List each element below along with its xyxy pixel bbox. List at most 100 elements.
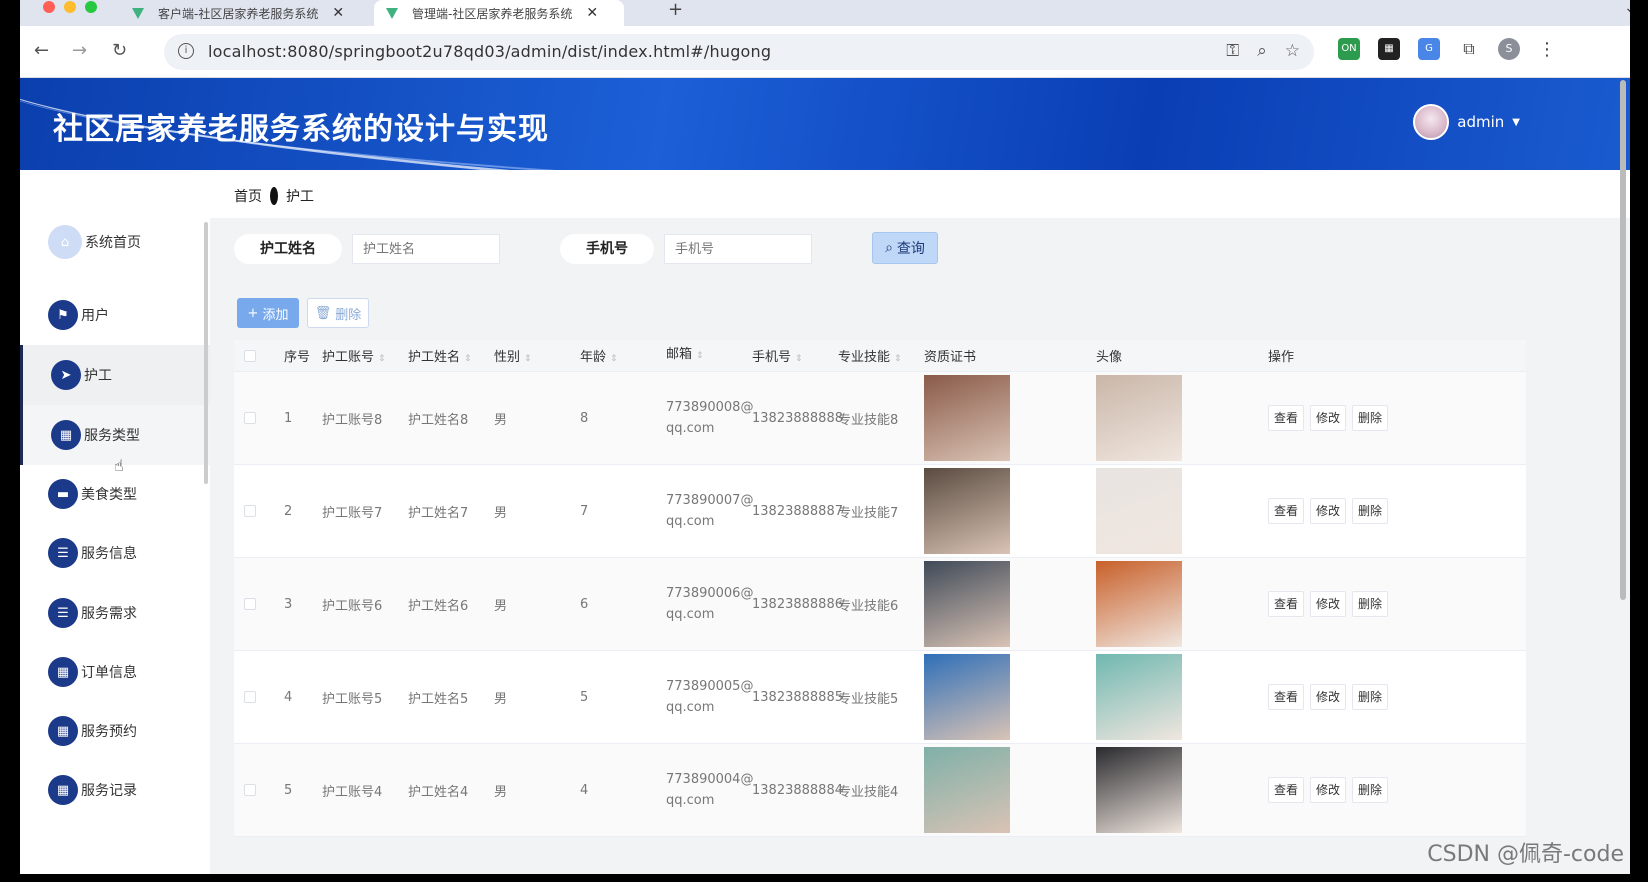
breadcrumb-home[interactable]: 首页 — [234, 186, 262, 206]
certificate-image[interactable] — [924, 561, 1010, 647]
column-header[interactable]: 邮箱 ⇕ — [666, 344, 752, 367]
table-row: 4 护工账号5 护工姓名5 男 5 773890005@ qq.com 13823888885… — [234, 651, 1526, 744]
column-header: 头像 — [1096, 350, 1123, 365]
sidebar-item-home[interactable]: ⌂ 系统首页 — [20, 212, 210, 272]
forward-icon[interactable]: → — [72, 40, 87, 61]
query-button[interactable]: ⌕ 查询 — [872, 232, 938, 264]
tab-title: 客户端-社区居家养老服务系统 — [158, 6, 319, 21]
cell-age: 7 — [580, 503, 589, 519]
column-header[interactable]: 性别 ⇕ — [494, 346, 580, 365]
column-header[interactable]: 专业技能 ⇕ — [838, 346, 924, 365]
sidebar-item-users[interactable]: ⚑ 用户 — [20, 285, 210, 345]
batch-delete-button[interactable]: 🗑 删除 — [307, 298, 369, 328]
close-tab-icon[interactable]: ✕ — [586, 5, 598, 21]
cell-account: 护工账号8 — [322, 412, 383, 428]
view-button[interactable]: 查看 — [1268, 591, 1305, 617]
add-button[interactable]: + 添加 — [237, 298, 299, 328]
extension-dark-icon[interactable]: ▦ — [1378, 38, 1400, 60]
close-tab-icon[interactable]: ✕ — [332, 5, 344, 21]
user-menu[interactable]: admin ▼ — [1413, 104, 1520, 140]
reload-icon[interactable]: ↻ — [112, 40, 127, 61]
certificate-image[interactable] — [924, 654, 1010, 740]
cell-skill: 专业技能5 — [838, 691, 899, 707]
vue-logo-icon — [132, 7, 144, 19]
avatar-image[interactable] — [1096, 561, 1182, 647]
view-button[interactable]: 查看 — [1268, 498, 1305, 524]
profile-avatar[interactable]: S — [1498, 38, 1520, 60]
column-header[interactable]: 年龄 ⇕ — [580, 346, 666, 365]
password-key-icon[interactable]: ⚿ — [1226, 41, 1239, 61]
username[interactable]: admin — [1457, 113, 1504, 131]
delete-button[interactable]: 删除 — [1352, 405, 1389, 431]
column-header[interactable]: 护工账号 ⇕ — [322, 346, 408, 365]
row-checkbox[interactable] — [244, 505, 256, 517]
page-scrollbar[interactable] — [1620, 80, 1626, 600]
avatar-image[interactable] — [1096, 468, 1182, 554]
edit-button[interactable]: 修改 — [1310, 777, 1347, 803]
address-bar: ← → ↻ i localhost:8080/springboot2u78qd0… — [20, 26, 1630, 78]
search-icon: ⌕ — [885, 240, 893, 256]
column-header[interactable]: 手机号 ⇕ — [752, 346, 838, 365]
row-checkbox[interactable] — [244, 691, 256, 703]
cell-index: 1 — [284, 410, 293, 426]
breadcrumb-separator-icon — [270, 187, 278, 205]
minimize-window-button[interactable] — [64, 1, 76, 13]
delete-button[interactable]: 删除 — [1352, 591, 1389, 617]
close-window-button[interactable] — [43, 1, 55, 13]
phone-input[interactable] — [664, 234, 812, 264]
view-button[interactable]: 查看 — [1268, 777, 1305, 803]
maximize-window-button[interactable] — [85, 1, 97, 13]
browser-tab-client[interactable]: 客户端-社区居家养老服务系统 ✕ — [120, 0, 372, 26]
cell-age: 8 — [580, 410, 589, 426]
edit-button[interactable]: 修改 — [1310, 405, 1347, 431]
certificate-image[interactable] — [924, 468, 1010, 554]
sidebar-item-caregivers[interactable]: ➤ 护工 — [20, 345, 210, 405]
row-checkbox[interactable] — [244, 412, 256, 424]
certificate-image[interactable] — [924, 747, 1010, 833]
avatar-image[interactable] — [1096, 654, 1182, 740]
browser-menu-icon[interactable]: ⋮ — [1538, 39, 1556, 60]
table-row: 3 护工账号6 护工姓名6 男 6 773890006@ qq.com 13823888886… — [234, 558, 1526, 651]
certificate-image[interactable] — [924, 375, 1010, 461]
back-icon[interactable]: ← — [34, 40, 49, 61]
bookmark-star-icon[interactable]: ☆ — [1285, 41, 1300, 61]
sidebar-item-appointments[interactable]: ▦ 服务预约 — [20, 701, 210, 761]
avatar-image[interactable] — [1096, 375, 1182, 461]
breadcrumb: 首页 护工 — [234, 186, 314, 206]
row-checkbox[interactable] — [244, 784, 256, 796]
row-checkbox[interactable] — [244, 598, 256, 610]
edit-button[interactable]: 修改 — [1310, 591, 1347, 617]
translate-icon[interactable]: G — [1418, 38, 1440, 60]
view-button[interactable]: 查看 — [1268, 684, 1305, 710]
sidebar-item-service-demand[interactable]: ☰ 服务需求 — [20, 583, 210, 643]
new-tab-button[interactable]: + — [668, 0, 683, 20]
select-all-checkbox[interactable] — [244, 349, 256, 362]
avatar[interactable] — [1413, 104, 1450, 140]
browser-tab-admin[interactable]: 管理端-社区居家养老服务系统 ✕ — [374, 0, 624, 26]
caret-down-icon[interactable]: ▼ — [1512, 117, 1520, 128]
row-actions: 查看 修改 删除 — [1268, 498, 1448, 524]
plus-icon: + — [247, 305, 259, 321]
omnibox[interactable]: i localhost:8080/springboot2u78qd03/admi… — [164, 34, 1314, 70]
sidebar-scrollbar[interactable] — [204, 222, 208, 484]
delete-button[interactable]: 删除 — [1352, 498, 1389, 524]
edit-button[interactable]: 修改 — [1310, 684, 1347, 710]
zoom-icon[interactable]: ⌕ — [1257, 41, 1267, 61]
name-input[interactable] — [352, 234, 500, 264]
delete-button[interactable]: 删除 — [1352, 684, 1389, 710]
edit-button[interactable]: 修改 — [1310, 498, 1347, 524]
url-text[interactable]: localhost:8080/springboot2u78qd03/admin/… — [208, 42, 771, 61]
extensions-puzzle-icon[interactable]: ⧉ — [1458, 38, 1480, 60]
site-info-icon[interactable]: i — [178, 43, 194, 59]
avatar-image[interactable] — [1096, 747, 1182, 833]
column-header[interactable]: 护工姓名 ⇕ — [408, 346, 494, 365]
delete-button[interactable]: 删除 — [1352, 777, 1389, 803]
tab-search-icon[interactable]: ⌄ — [1624, 0, 1630, 16]
view-button[interactable]: 查看 — [1268, 405, 1305, 431]
sidebar-item-records[interactable]: ▦ 服务记录 — [20, 760, 210, 820]
extension-on-icon[interactable]: ON — [1338, 38, 1360, 60]
sidebar-item-service-info[interactable]: ☰ 服务信息 — [20, 523, 210, 583]
row-actions: 查看 修改 删除 — [1268, 591, 1448, 617]
row-actions: 查看 修改 删除 — [1268, 405, 1448, 431]
sidebar-item-orders[interactable]: ▦ 订单信息 — [20, 642, 210, 702]
